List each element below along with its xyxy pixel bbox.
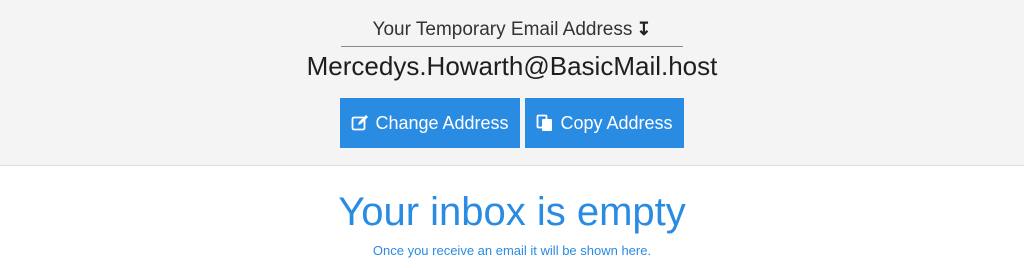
change-address-label: Change Address bbox=[375, 112, 509, 133]
copy-address-label: Copy Address bbox=[560, 112, 673, 133]
address-header: Your Temporary Email Address ↧ Mercedys.H… bbox=[0, 0, 1024, 166]
copy-address-button[interactable]: Copy Address bbox=[525, 98, 684, 148]
edit-icon bbox=[352, 115, 369, 131]
address-label-row: Your Temporary Email Address ↧ bbox=[341, 16, 683, 47]
change-address-button[interactable]: Change Address bbox=[340, 98, 520, 148]
email-address[interactable]: Mercedys.Howarth@BasicMail.host bbox=[0, 48, 1024, 84]
inbox-empty-subtitle: Once you receive an email it will be sho… bbox=[372, 243, 652, 258]
address-label: Your Temporary Email Address bbox=[372, 19, 633, 40]
inbox-empty-title: Your inbox is empty bbox=[338, 190, 686, 234]
copy-icon bbox=[537, 114, 553, 131]
down-arrow-icon: ↧ bbox=[636, 19, 652, 39]
